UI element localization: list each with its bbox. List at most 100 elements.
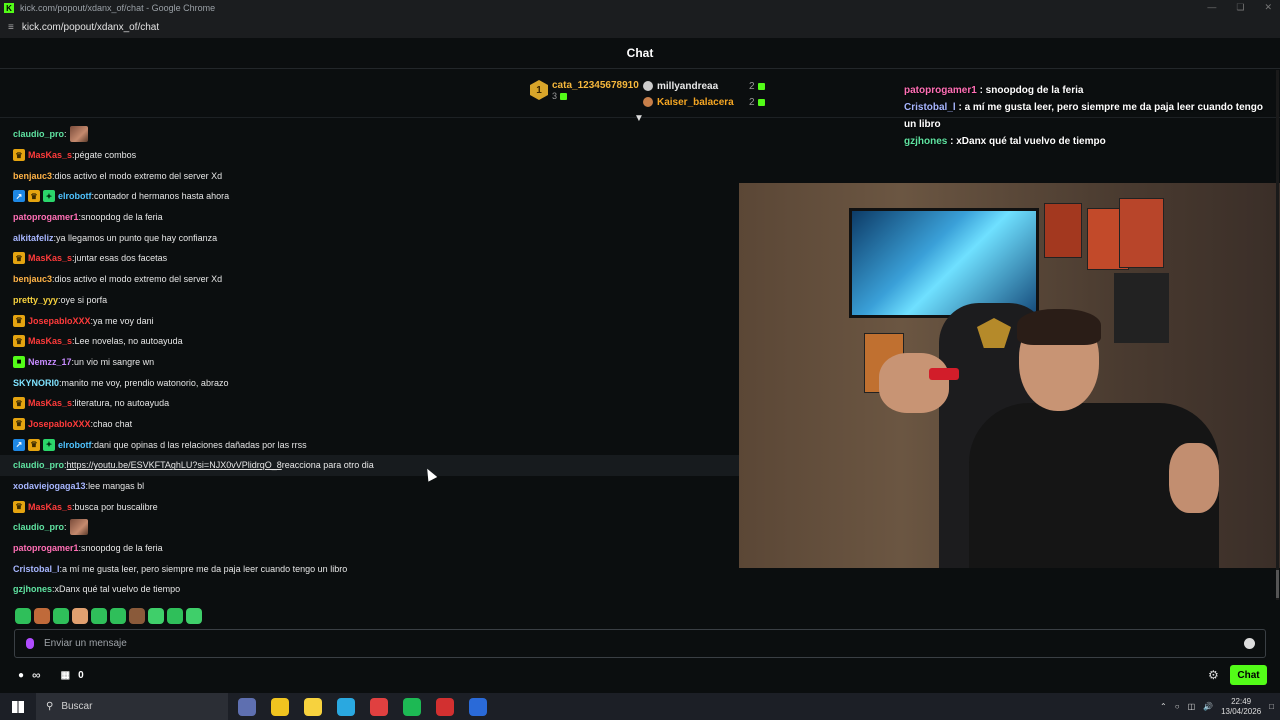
crown-badge-icon[interactable]: ♛ bbox=[13, 417, 25, 430]
taskbar-app-icon[interactable] bbox=[436, 697, 454, 716]
chat-message[interactable]: benjauc3: dios activo el modo extremo de… bbox=[0, 269, 739, 290]
chat-username[interactable]: pretty_yyy bbox=[13, 295, 58, 305]
crown-badge-icon[interactable]: ♛ bbox=[28, 190, 40, 203]
chat-emote-icon[interactable] bbox=[69, 519, 88, 536]
chat-username[interactable]: claudio_pro bbox=[13, 129, 64, 139]
chat-message[interactable]: claudio_pro: bbox=[0, 517, 739, 538]
chat-username[interactable]: gzjhones bbox=[13, 584, 52, 594]
taskbar-app-icon[interactable] bbox=[238, 697, 256, 716]
chat-link[interactable]: https://youtu.be/ESVKFTAghLU?si=NJX0vVPl… bbox=[67, 460, 282, 470]
infinity-icon[interactable]: ∞ bbox=[32, 668, 41, 682]
chat-username[interactable]: MasKas_s bbox=[28, 253, 72, 263]
chat-username[interactable]: benjauc3 bbox=[13, 274, 52, 284]
chat-send-button[interactable]: Chat bbox=[1230, 665, 1267, 685]
chat-username[interactable]: benjauc3 bbox=[13, 171, 52, 181]
chat-username[interactable]: MasKas_s bbox=[28, 502, 72, 512]
chat-message[interactable]: claudio_pro: bbox=[0, 124, 739, 145]
restore-icon[interactable]: ❏ bbox=[1236, 2, 1244, 13]
subscriber-badge-icon[interactable]: ✦ bbox=[43, 438, 55, 451]
taskbar-app-icon[interactable] bbox=[469, 697, 487, 716]
vip-badge-icon[interactable]: ↗ bbox=[13, 438, 25, 451]
chat-message[interactable]: alkitafeliz: ya llegamos un punto que ha… bbox=[0, 227, 739, 248]
chat-username[interactable]: claudio_pro bbox=[13, 522, 64, 532]
url-text[interactable]: kick.com/popout/xdanx_of/chat bbox=[22, 22, 159, 33]
site-settings-icon[interactable]: ≡ bbox=[8, 22, 14, 33]
chat-message[interactable]: ♛ MasKas_s: juntar esas dos facetas bbox=[0, 248, 739, 269]
share-icon[interactable]: ● bbox=[18, 670, 24, 681]
chat-message[interactable]: pretty_yyy: oye si porfa bbox=[0, 290, 739, 311]
chat-message[interactable]: ■ Nemzz_17: un vio mi sangre wn bbox=[0, 352, 739, 373]
chat-message[interactable]: xodaviejogaga13: lee mangas bl bbox=[0, 476, 739, 497]
chat-username[interactable]: elrobotf bbox=[58, 191, 92, 201]
clock[interactable]: 22:49 13/04/2026 bbox=[1221, 697, 1261, 717]
chat-username[interactable]: patoprogamer1 bbox=[13, 212, 79, 222]
crown-badge-icon[interactable]: ♛ bbox=[13, 252, 25, 265]
close-icon[interactable]: ✕ bbox=[1264, 2, 1272, 13]
mic-icon[interactable] bbox=[26, 638, 34, 649]
emote-icon[interactable] bbox=[53, 608, 69, 624]
gifter-row[interactable]: Kaiser_balacera 2 bbox=[643, 94, 765, 110]
chat-message[interactable]: benjauc3: dios activo el modo extremo de… bbox=[0, 165, 739, 186]
settings-gear-icon[interactable]: ⚙ bbox=[1208, 668, 1219, 682]
subscriber-badge-icon[interactable]: ✦ bbox=[43, 190, 55, 203]
points-icon[interactable]: ▦ bbox=[61, 670, 70, 681]
address-bar[interactable]: ≡ kick.com/popout/xdanx_of/chat bbox=[0, 16, 1280, 38]
crown-badge-icon[interactable]: ♛ bbox=[13, 500, 25, 513]
emote-icon[interactable] bbox=[72, 608, 88, 624]
taskbar-app-icon[interactable] bbox=[370, 697, 388, 716]
chat-message[interactable]: ↗ ♛ ✦ elrobotf: contador d hermanos hasta a… bbox=[0, 186, 739, 207]
volume-icon[interactable]: 🔊 bbox=[1203, 702, 1213, 711]
emote-icon[interactable] bbox=[34, 608, 50, 624]
chat-message[interactable]: patoprogamer1: snoopdog de la feria bbox=[0, 207, 739, 228]
chat-message[interactable]: patoprogamer1: snoopdog de la feria bbox=[0, 538, 739, 559]
bot-badge-icon[interactable]: ■ bbox=[13, 355, 25, 368]
chat-message[interactable]: gzjhones: xDanx qué tal vuelvo de tiempo bbox=[0, 579, 739, 600]
chat-username[interactable]: Cristobal_l bbox=[13, 564, 60, 574]
chat-username[interactable]: MasKas_s bbox=[28, 150, 72, 160]
chat-message[interactable]: ♛ MasKas_s: Lee novelas, no autoayuda bbox=[0, 331, 739, 352]
stream-video[interactable] bbox=[739, 183, 1280, 568]
crown-badge-icon[interactable]: ♛ bbox=[13, 335, 25, 348]
chat-message[interactable]: claudio_pro: https://youtu.be/ESVKFTAghL… bbox=[0, 455, 739, 476]
chat-message[interactable]: ↗ ♛ ✦ elrobotf: dani que opinas d las relac… bbox=[0, 434, 739, 455]
tray-chevron-icon[interactable]: ⌃ bbox=[1160, 702, 1167, 711]
chat-username[interactable]: JosepabloXXX bbox=[28, 316, 91, 326]
message-input-placeholder[interactable]: Enviar un mensaje bbox=[44, 638, 127, 649]
taskbar-search[interactable]: ⚲ Buscar bbox=[36, 693, 228, 720]
chat-username[interactable]: elrobotf bbox=[58, 440, 92, 450]
windows-start-icon[interactable] bbox=[12, 700, 24, 713]
emote-icon[interactable] bbox=[129, 608, 145, 624]
chat-username[interactable]: Nemzz_17 bbox=[28, 357, 72, 367]
message-input[interactable]: Enviar un mensaje bbox=[14, 629, 1266, 658]
emote-icon[interactable] bbox=[186, 608, 202, 624]
notifications-icon[interactable]: □ bbox=[1269, 702, 1274, 711]
network-icon[interactable]: ◫ bbox=[1188, 702, 1196, 711]
emote-icon[interactable] bbox=[91, 608, 107, 624]
crown-badge-icon[interactable]: ♛ bbox=[28, 438, 40, 451]
taskbar-app-icon[interactable] bbox=[337, 697, 355, 716]
chat-message[interactable]: ♛ MasKas_s: literatura, no autoayuda bbox=[0, 393, 739, 414]
chat-message[interactable]: ♛ JosepabloXXX: ya me voy dani bbox=[0, 310, 739, 331]
chat-username[interactable]: MasKas_s bbox=[28, 398, 72, 408]
chat-message[interactable]: SKYNORI0: manito me voy, prendio watonor… bbox=[0, 372, 739, 393]
chat-username[interactable]: alkitafeliz bbox=[13, 233, 54, 243]
chat-message[interactable]: ♛ JosepabloXXX: chao chat bbox=[0, 414, 739, 435]
chat-username[interactable]: xodaviejogaga13 bbox=[13, 481, 86, 491]
taskbar-app-icon[interactable] bbox=[304, 697, 322, 716]
crown-badge-icon[interactable]: ♛ bbox=[13, 149, 25, 162]
chat-message[interactable]: Cristobal_l: a mí me gusta leer, pero si… bbox=[0, 558, 739, 579]
chat-message[interactable]: ♛ MasKas_s: pégate combos bbox=[0, 145, 739, 166]
emote-icon[interactable] bbox=[15, 608, 31, 624]
taskbar-search-label[interactable]: Buscar bbox=[61, 701, 92, 712]
crown-badge-icon[interactable]: ♛ bbox=[13, 314, 25, 327]
chat-username[interactable]: claudio_pro bbox=[13, 460, 64, 470]
emote-icon[interactable] bbox=[148, 608, 164, 624]
chat-username[interactable]: patoprogamer1 bbox=[13, 543, 79, 553]
chat-username[interactable]: JosepabloXXX bbox=[28, 419, 91, 429]
chat-message[interactable]: ♛ MasKas_s: busca por buscalibre bbox=[0, 496, 739, 517]
scrollbar-thumb[interactable] bbox=[1276, 570, 1279, 598]
chat-username[interactable]: SKYNORI0 bbox=[13, 378, 59, 388]
chat-scrollbar[interactable] bbox=[1276, 70, 1279, 600]
emoji-icon[interactable] bbox=[1244, 638, 1255, 649]
gifter-row[interactable]: millyandreaa 2 bbox=[643, 78, 765, 94]
